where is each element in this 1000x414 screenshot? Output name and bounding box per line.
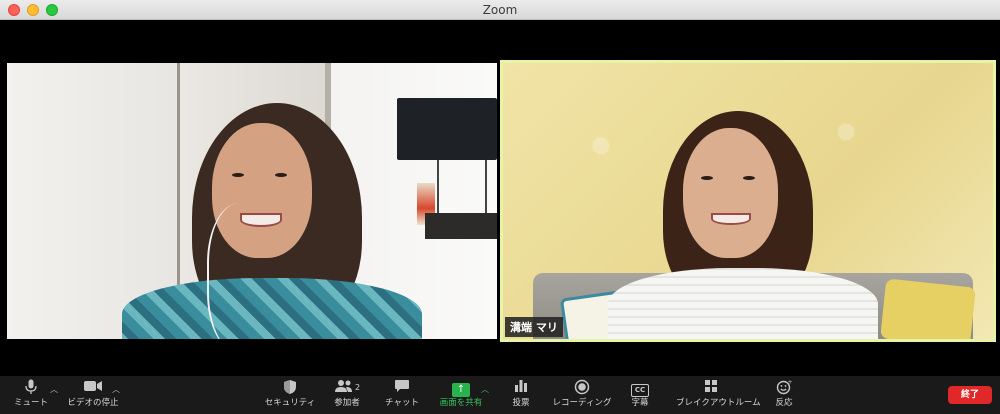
eye — [701, 176, 713, 180]
polls-button[interactable]: 投票 — [486, 379, 556, 409]
smiley-icon: + — [749, 379, 819, 397]
end-meeting-button[interactable]: 終了 — [948, 386, 992, 404]
reactions-button[interactable]: + 反応 — [749, 379, 819, 409]
earphone-cable — [207, 203, 287, 339]
video-gallery: 溝端 マリ — [0, 20, 1000, 376]
participant-count: 2 — [354, 383, 361, 392]
breakout-rooms-button[interactable]: ブレイクアウトルーム — [676, 379, 761, 409]
white-top — [608, 268, 878, 339]
cc-icon: CC — [605, 379, 675, 397]
audio-options-chevron-icon[interactable]: ︿ — [50, 384, 58, 395]
grid-icon — [676, 379, 746, 397]
window-title: Zoom — [482, 3, 518, 17]
captions-button[interactable]: CC 字幕 — [605, 379, 675, 409]
eye — [275, 173, 287, 177]
eye — [232, 173, 244, 177]
cushion — [880, 278, 976, 339]
tv-mount — [437, 160, 487, 214]
title-bar: Zoom — [0, 0, 1000, 20]
participant-name-tag: 溝端 マリ — [505, 317, 563, 337]
meeting-toolbar: ミュート ︿ ビデオの停止 ︿ セキュリティ 2 参加者 チャット ↑ 画面を共… — [0, 376, 1000, 414]
bar-chart-icon — [486, 379, 556, 397]
video-tile-self[interactable] — [7, 63, 497, 339]
wall-shelf — [425, 213, 497, 239]
smile — [711, 213, 751, 225]
face — [683, 128, 778, 258]
video-options-chevron-icon[interactable]: ︿ — [112, 384, 120, 395]
svg-text:+: + — [788, 379, 793, 386]
video-tile-active-speaker[interactable]: 溝端 マリ — [500, 60, 996, 342]
wall-tv — [397, 98, 497, 160]
eye — [743, 176, 755, 180]
